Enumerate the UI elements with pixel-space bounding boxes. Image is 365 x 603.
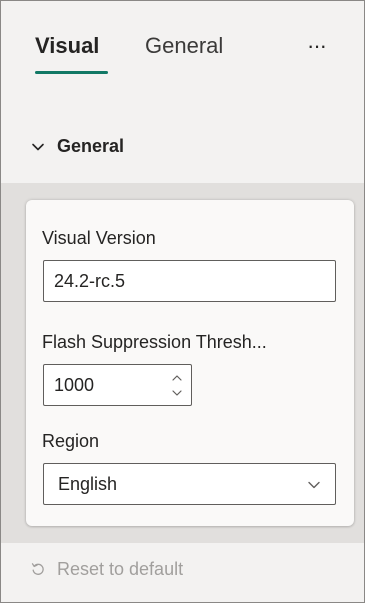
section-header-general[interactable]: General: [1, 116, 364, 182]
reset-to-default-label: Reset to default: [57, 559, 184, 579]
region-selected-value: English: [58, 474, 118, 494]
pane-tabs: Visual General ···: [1, 1, 364, 101]
chevron-down-icon: [308, 481, 320, 489]
section-title: General: [57, 136, 125, 156]
tab-general[interactable]: General: [145, 31, 223, 61]
flash-suppression-label: Flash Suppression Thresh...: [42, 332, 267, 352]
chevron-down-icon[interactable]: [171, 387, 183, 399]
reset-icon: [31, 563, 44, 575]
chevron-down-icon: [32, 143, 44, 151]
format-pane: Visual General ··· General Visual Versio…: [0, 0, 365, 603]
chevron-up-icon[interactable]: [171, 372, 183, 384]
tab-visual[interactable]: Visual: [35, 31, 99, 61]
region-label: Region: [42, 431, 100, 451]
region-dropdown[interactable]: English: [43, 463, 336, 505]
more-options-icon[interactable]: ···: [307, 31, 335, 61]
flash-suppression-stepper[interactable]: 1000: [43, 364, 192, 406]
flash-suppression-value: 1000: [54, 375, 95, 395]
settings-card: Visual Version Flash Suppression Thresh.…: [26, 200, 354, 526]
visual-version-label: Visual Version: [42, 228, 156, 248]
active-tab-indicator: [35, 71, 108, 74]
visual-version-input[interactable]: [43, 260, 336, 302]
stepper-arrows: [171, 370, 183, 400]
